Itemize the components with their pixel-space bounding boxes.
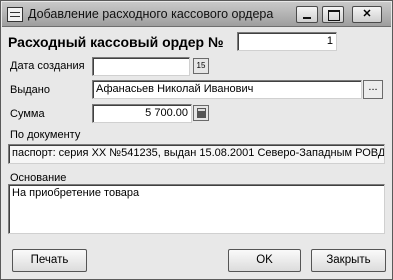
basis-textarea[interactable]: На приобретение товара: [8, 184, 385, 234]
calculator-button[interactable]: [193, 105, 209, 121]
dialog-window: Добавление расходного кассового ордера ✕…: [0, 0, 393, 280]
calendar-icon[interactable]: 15: [193, 58, 209, 74]
document-field[interactable]: паспорт: серия XX №541235, выдан 15.08.2…: [8, 144, 385, 164]
document-icon: [7, 7, 23, 22]
document-label: По документу: [10, 129, 81, 141]
amount-label: Сумма: [10, 108, 45, 120]
window-title: Добавление расходного кассового ордера: [28, 7, 274, 21]
order-number-field[interactable]: 1: [237, 32, 337, 51]
basis-label: Основание: [10, 172, 67, 184]
close-window-button[interactable]: ✕: [352, 6, 382, 23]
close-button[interactable]: Закрыть: [311, 249, 386, 272]
issued-to-field[interactable]: Афанасьев Николай Иванович: [92, 80, 362, 99]
ok-button[interactable]: OK: [228, 249, 301, 272]
print-button[interactable]: Печать: [12, 249, 87, 272]
date-label: Дата создания: [10, 60, 85, 72]
order-number-label: Расходный кассовый ордер №: [8, 34, 224, 50]
minimize-button[interactable]: [296, 6, 318, 23]
calculator-icon: [197, 108, 206, 118]
amount-field[interactable]: 5 700.00: [92, 104, 192, 123]
title-bar[interactable]: Добавление расходного кассового ордера ✕: [2, 2, 391, 27]
maximize-button[interactable]: [322, 6, 344, 23]
issued-label: Выдано: [10, 84, 50, 96]
date-field[interactable]: [92, 57, 190, 76]
select-person-button[interactable]: ...: [363, 80, 383, 99]
